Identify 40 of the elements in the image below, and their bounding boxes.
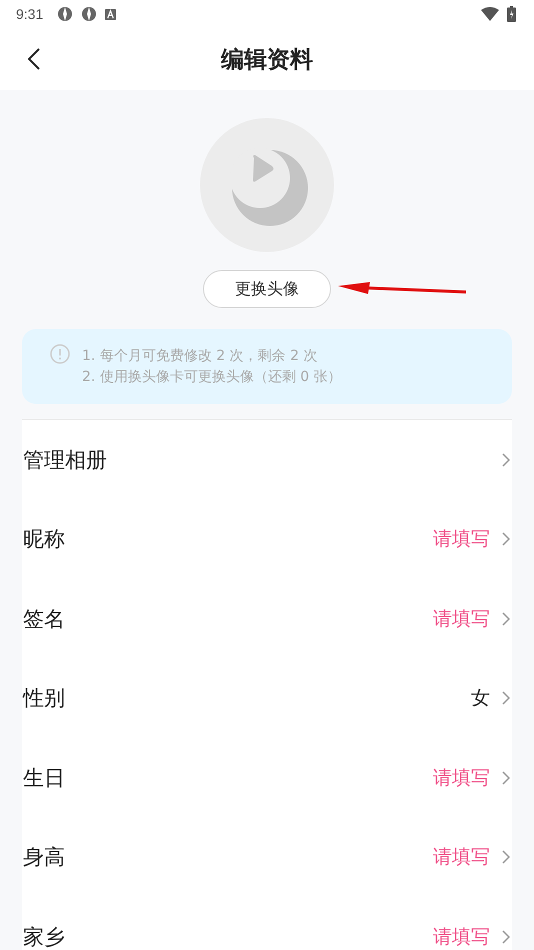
- page-title: 编辑资料: [221, 46, 313, 74]
- keyboard-icon: [105, 8, 116, 20]
- profile-row[interactable]: 昵称 请填写: [22, 500, 512, 579]
- row-label: 身高: [23, 844, 66, 872]
- profile-row[interactable]: 签名 请填写: [22, 579, 512, 658]
- row-label: 昵称: [23, 526, 66, 554]
- status-time: 9:31: [16, 6, 44, 22]
- row-label: 生日: [23, 764, 66, 792]
- chevron-icon: [502, 532, 510, 546]
- row-label: 管理相册: [23, 446, 108, 474]
- battery-icon: [507, 6, 516, 22]
- change-avatar-button[interactable]: 更换头像: [203, 270, 331, 308]
- chevron-icon: [502, 850, 510, 864]
- row-value: 请填写: [433, 924, 490, 950]
- chevron-icon: [502, 612, 510, 626]
- profile-row[interactable]: 家乡 请填写: [22, 897, 512, 950]
- row-value: 请填写: [433, 766, 490, 791]
- back-button[interactable]: [26, 46, 42, 72]
- row-value: 请填写: [433, 606, 490, 632]
- profile-row[interactable]: 生日 请填写: [22, 738, 512, 818]
- aperture-icon: [81, 6, 98, 22]
- profile-row[interactable]: 管理相册: [22, 420, 512, 500]
- profile-row[interactable]: 性别 女: [22, 658, 512, 738]
- row-label: 签名: [23, 606, 66, 633]
- avatar-placeholder-icon: [200, 118, 334, 252]
- notice-text: 1. 每个月可免费修改 2 次，剩余 2 次: [82, 346, 318, 366]
- row-value: 请填写: [433, 845, 490, 870]
- row-value: 请填写: [433, 527, 490, 552]
- profile-row[interactable]: 身高 请填写: [22, 818, 512, 897]
- aperture-icon: [57, 6, 74, 22]
- row-label: 家乡: [23, 924, 66, 950]
- chevron-icon: [502, 691, 510, 706]
- chevron-icon: [502, 930, 510, 944]
- notice-text: 2. 使用换头像卡可更换头像（还剩 0 张）: [82, 368, 342, 386]
- wifi-icon: [481, 7, 499, 21]
- row-value: 女: [471, 686, 490, 712]
- info-icon: [50, 344, 70, 364]
- chevron-icon: [502, 452, 510, 467]
- row-label: 性别: [23, 685, 66, 712]
- chevron-icon: [502, 770, 510, 785]
